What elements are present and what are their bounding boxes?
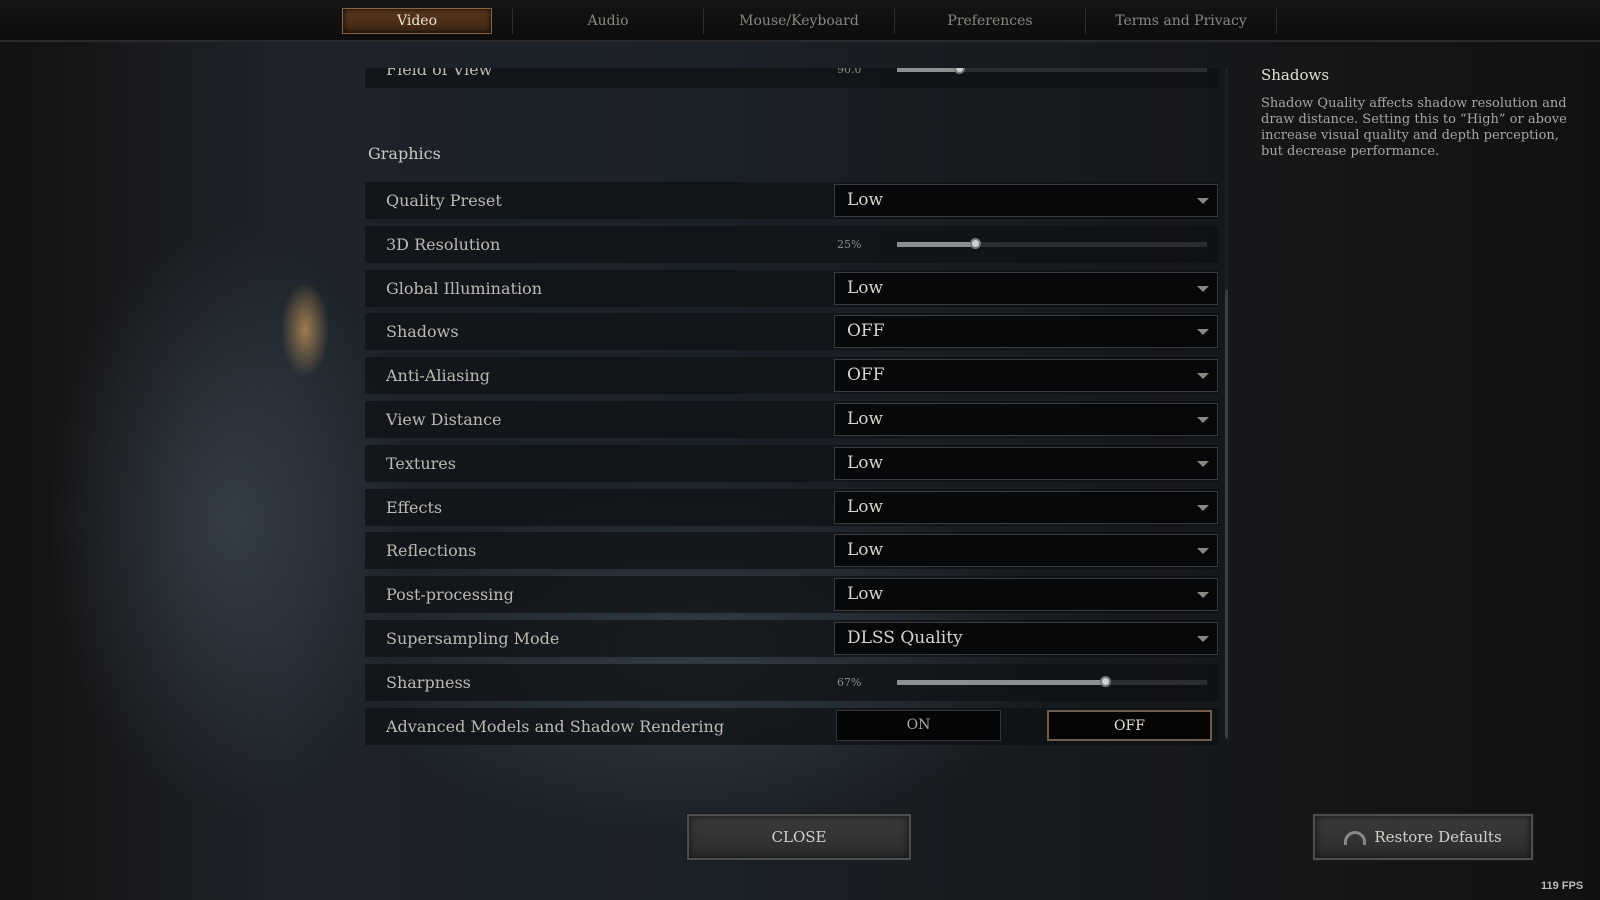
setting-label: Field of View xyxy=(386,68,493,79)
textures-dropdown[interactable]: Low xyxy=(834,446,1218,480)
tab-label: Preferences xyxy=(947,13,1033,29)
setting-row-field-of-view: Field of View 90.0 xyxy=(365,68,1219,88)
setting-row-shadows: Shadows OFF xyxy=(365,313,1219,351)
toggle-off-button[interactable]: OFF xyxy=(1047,709,1212,741)
setting-label: Effects xyxy=(386,497,443,517)
field-of-view-slider[interactable] xyxy=(897,68,1207,74)
setting-row-textures: Textures Low xyxy=(365,444,1219,482)
setting-row-reflections: Reflections Low xyxy=(365,532,1219,570)
dropdown-value: OFF xyxy=(847,321,885,342)
tab-audio[interactable]: Audio xyxy=(513,8,704,34)
tab-preferences[interactable]: Preferences xyxy=(895,8,1086,34)
setting-label: Sharpness xyxy=(386,672,471,692)
setting-row-effects: Effects Low xyxy=(365,488,1219,526)
setting-row-post-processing: Post-processing Low xyxy=(365,576,1219,614)
chevron-down-icon xyxy=(1197,373,1209,380)
info-description: Shadow Quality affects shadow resolution… xyxy=(1261,96,1567,159)
settings-list: Field of View 90.0 Graphics Quality Pres… xyxy=(365,68,1231,748)
setting-label: Reflections xyxy=(386,541,477,561)
dropdown-value: Low xyxy=(847,496,884,517)
restore-defaults-label: Restore Defaults xyxy=(1374,828,1502,846)
chevron-down-icon xyxy=(1197,198,1209,204)
tab-label: Video xyxy=(396,13,438,29)
dropdown-value: Low xyxy=(847,452,884,473)
chevron-down-icon xyxy=(1197,329,1209,336)
setting-label: Post-processing xyxy=(386,585,514,605)
tab-label: Mouse/Keyboard xyxy=(739,13,859,29)
dropdown-value: Low xyxy=(847,584,884,605)
setting-label: View Distance xyxy=(386,410,502,429)
close-button[interactable]: CLOSE xyxy=(686,813,912,861)
slider-handle[interactable] xyxy=(969,237,981,249)
fps-counter: 119 FPS xyxy=(1541,880,1584,892)
post-processing-dropdown[interactable]: Low xyxy=(834,578,1218,612)
tab-video[interactable]: Video xyxy=(322,8,513,34)
chevron-down-icon xyxy=(1197,460,1209,467)
dropdown-value: DLSS Quality xyxy=(847,628,963,648)
setting-row-anti-aliasing: Anti-Aliasing OFF xyxy=(365,357,1219,395)
chevron-down-icon xyxy=(1197,504,1209,511)
chevron-down-icon xyxy=(1197,636,1209,642)
setting-row-global-illumination: Global Illumination Low xyxy=(365,269,1219,307)
tab-label: Terms and Privacy xyxy=(1115,13,1247,29)
chevron-down-icon xyxy=(1197,592,1209,599)
dropdown-value: Low xyxy=(847,409,884,429)
effects-dropdown[interactable]: Low xyxy=(834,490,1218,524)
restore-defaults-button[interactable]: Restore Defaults xyxy=(1312,813,1534,861)
dropdown-value: Low xyxy=(847,277,884,298)
sharpness-slider[interactable] xyxy=(897,675,1207,687)
tab-mouse-keyboard[interactable]: Mouse/Keyboard xyxy=(704,8,895,34)
reflections-dropdown[interactable]: Low xyxy=(834,534,1218,568)
toggle-on-button[interactable]: ON xyxy=(836,709,1001,741)
tab-bar: Video Audio Mouse/Keyboard Preferences Terms… xyxy=(0,0,1600,42)
scrollbar-thumb[interactable] xyxy=(1225,290,1228,738)
setting-row-supersampling-mode: Supersampling Mode DLSS Quality xyxy=(365,620,1219,657)
dropdown-value: Low xyxy=(847,540,884,561)
info-title: Shadows xyxy=(1261,66,1330,84)
slider-value: 25% xyxy=(837,237,862,251)
setting-label: Global Illumination xyxy=(386,278,542,298)
setting-label: Supersampling Mode xyxy=(386,629,560,648)
setting-label: Shadows xyxy=(386,322,459,342)
slider-handle[interactable] xyxy=(954,68,965,74)
dropdown-value: Low xyxy=(847,190,884,210)
scrollbar[interactable] xyxy=(1225,68,1228,740)
anti-aliasing-dropdown[interactable]: OFF xyxy=(834,359,1218,393)
tab-terms-and-privacy[interactable]: Terms and Privacy xyxy=(1086,8,1277,34)
setting-label: Advanced Models and Shadow Rendering xyxy=(386,716,725,736)
chevron-down-icon xyxy=(1197,285,1209,292)
setting-label: Textures xyxy=(386,453,456,473)
shadows-dropdown[interactable]: OFF xyxy=(834,315,1218,349)
slider-value: 67% xyxy=(837,675,862,689)
dropdown-value: OFF xyxy=(847,365,885,386)
section-heading: Graphics xyxy=(368,144,441,163)
setting-label: Anti-Aliasing xyxy=(386,366,491,386)
quality-preset-dropdown[interactable]: Low xyxy=(834,184,1218,217)
setting-row-advanced-models-and-shadow-rendering: Advanced Models and Shadow Rendering ON OF… xyxy=(365,707,1219,745)
chevron-down-icon xyxy=(1197,417,1209,423)
supersampling-mode-dropdown[interactable]: DLSS Quality xyxy=(834,622,1218,655)
setting-row-quality-preset: Quality Preset Low xyxy=(365,182,1219,219)
setting-row-3d-resolution: 3D Resolution 25% xyxy=(365,225,1219,263)
slider-handle[interactable] xyxy=(1099,675,1111,687)
global-illumination-dropdown[interactable]: Low xyxy=(834,271,1218,305)
setting-label: 3D Resolution xyxy=(386,234,501,254)
setting-label: Quality Preset xyxy=(386,191,502,210)
3d-resolution-slider[interactable] xyxy=(897,237,1207,249)
setting-row-sharpness: Sharpness 67% xyxy=(365,663,1219,701)
chevron-down-icon xyxy=(1197,548,1209,555)
tab-label: Audio xyxy=(587,13,629,29)
undo-icon xyxy=(1344,831,1367,845)
setting-row-view-distance: View Distance Low xyxy=(365,401,1219,438)
slider-value: 90.0 xyxy=(837,68,862,76)
view-distance-dropdown[interactable]: Low xyxy=(834,403,1218,436)
